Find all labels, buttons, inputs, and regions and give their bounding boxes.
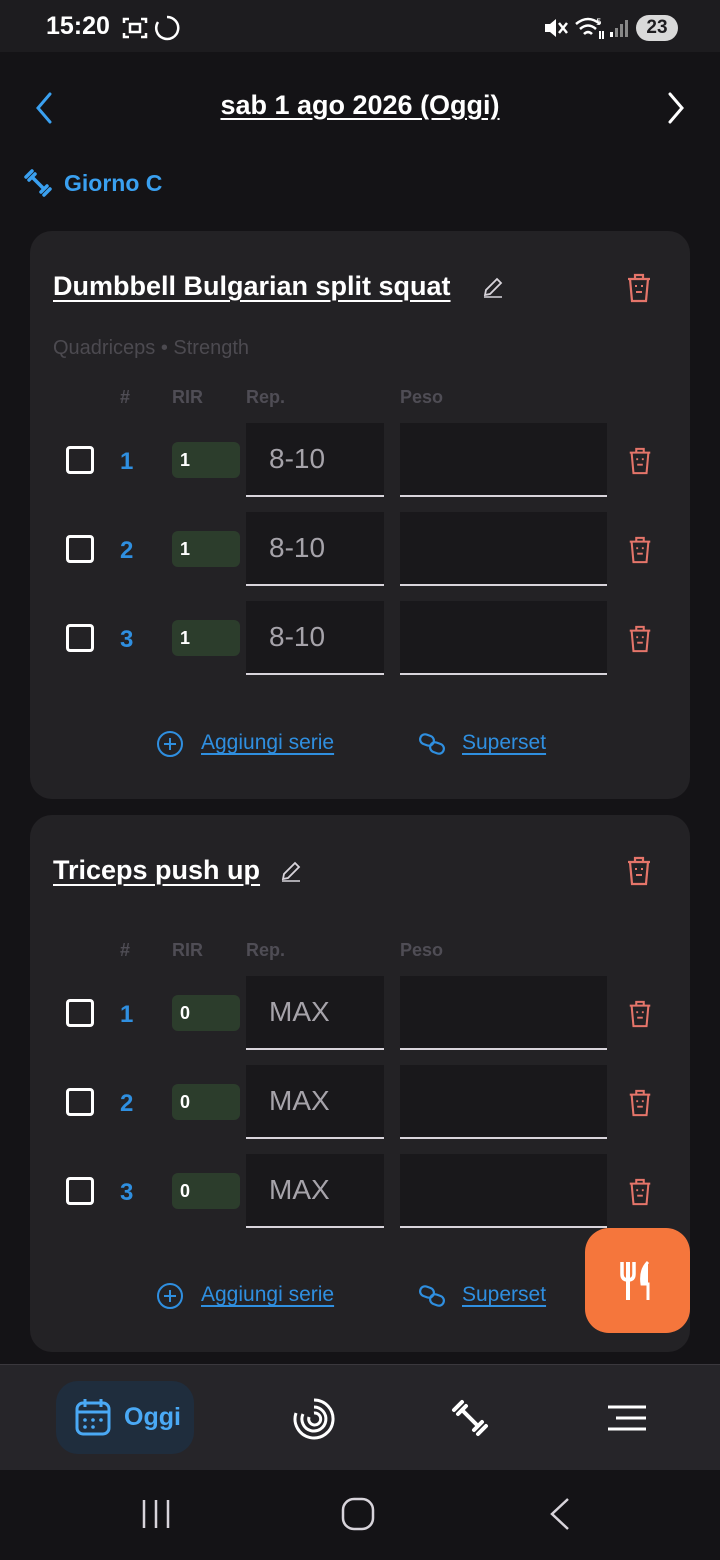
mute-icon	[545, 19, 568, 37]
recent-apps-icon[interactable]	[140, 1498, 172, 1530]
rep-field[interactable]: MAX	[246, 976, 384, 1050]
add-set-button[interactable]: Aggiungi serie	[201, 1283, 334, 1307]
rir-field[interactable]: 0	[172, 1173, 240, 1209]
superset-link-icon[interactable]	[418, 730, 446, 758]
column-header-peso: Peso	[400, 940, 444, 960]
delete-set-icon[interactable]	[626, 535, 654, 565]
wifi-icon: 5	[575, 17, 604, 39]
status-time: 15:20	[46, 12, 110, 40]
rir-field[interactable]: 1	[172, 531, 240, 567]
dumbbell-icon	[24, 169, 52, 197]
exercise-subtitle: Quadriceps • Strength	[53, 337, 249, 359]
rir-field[interactable]: 1	[172, 442, 240, 478]
column-header-num: #	[120, 940, 131, 960]
battery-badge: 23	[636, 15, 678, 41]
add-circle-icon[interactable]	[156, 1282, 184, 1310]
peso-field[interactable]	[400, 512, 607, 586]
progress-ring-icon[interactable]	[292, 1397, 336, 1441]
delete-set-icon[interactable]	[626, 999, 654, 1029]
back-icon[interactable]	[546, 1496, 574, 1532]
set-checkbox[interactable]	[66, 624, 94, 652]
nutrition-fab[interactable]	[585, 1228, 690, 1333]
set-checkbox[interactable]	[66, 535, 94, 563]
home-icon[interactable]	[340, 1496, 376, 1532]
add-set-button[interactable]: Aggiungi serie	[201, 731, 334, 755]
add-circle-icon[interactable]	[156, 730, 184, 758]
superset-button[interactable]: Superset	[462, 731, 546, 755]
signal-icon	[610, 20, 628, 37]
column-header-rir: RIR	[172, 940, 203, 960]
workout-day-label[interactable]: Giorno C	[64, 170, 162, 197]
set-checkbox[interactable]	[66, 1177, 94, 1205]
fork-knife-icon	[620, 1260, 650, 1300]
loading-circle-icon	[155, 15, 180, 41]
set-number: 2	[120, 1090, 134, 1117]
column-header-rir: RIR	[172, 387, 203, 407]
rep-field[interactable]: 8-10	[246, 512, 384, 586]
rep-field[interactable]: MAX	[246, 1065, 384, 1139]
rep-field[interactable]: 8-10	[246, 601, 384, 675]
peso-field[interactable]	[400, 601, 607, 675]
delete-set-icon[interactable]	[626, 624, 654, 654]
set-number: 1	[120, 1001, 134, 1028]
exercise-title[interactable]: Triceps push up	[53, 855, 260, 886]
calendar-icon[interactable]	[74, 1397, 112, 1437]
delete-set-icon[interactable]	[626, 1177, 654, 1207]
rep-field[interactable]: 8-10	[246, 423, 384, 497]
column-header-rep: Rep.	[246, 940, 286, 960]
peso-field[interactable]	[400, 1065, 607, 1139]
set-number: 1	[120, 448, 134, 475]
chevron-right-icon[interactable]	[664, 90, 688, 126]
delete-set-icon[interactable]	[626, 446, 654, 476]
delete-exercise-icon[interactable]	[624, 855, 654, 887]
column-header-peso: Peso	[400, 387, 444, 407]
delete-exercise-icon[interactable]	[624, 272, 654, 304]
svg-text:5: 5	[596, 18, 602, 28]
exercise-card: Dumbbell Bulgarian split squat Quadricep…	[30, 231, 690, 799]
rir-field[interactable]: 1	[172, 620, 240, 656]
peso-field[interactable]	[400, 423, 607, 497]
column-header-rep: Rep.	[246, 387, 286, 407]
nav-item-today-label[interactable]: Oggi	[124, 1403, 181, 1432]
rir-field[interactable]: 0	[172, 1084, 240, 1120]
column-header-num: #	[120, 387, 131, 407]
delete-set-icon[interactable]	[626, 1088, 654, 1118]
menu-icon[interactable]	[606, 1403, 648, 1433]
set-checkbox[interactable]	[66, 999, 94, 1027]
set-number: 2	[120, 537, 134, 564]
edit-pencil-icon[interactable]	[279, 859, 303, 883]
set-number: 3	[120, 1179, 134, 1206]
superset-link-icon[interactable]	[418, 1282, 446, 1310]
set-number: 3	[120, 626, 134, 653]
dumbbell-icon[interactable]	[448, 1396, 492, 1440]
set-checkbox[interactable]	[66, 446, 94, 474]
exercise-title[interactable]: Dumbbell Bulgarian split squat	[53, 271, 451, 302]
edit-pencil-icon[interactable]	[481, 275, 505, 299]
peso-field[interactable]	[400, 976, 607, 1050]
screenshot-icon	[122, 17, 148, 39]
superset-button[interactable]: Superset	[462, 1283, 546, 1307]
rir-field[interactable]: 0	[172, 995, 240, 1031]
date-title[interactable]: sab 1 ago 2026 (Oggi)	[0, 90, 720, 121]
set-checkbox[interactable]	[66, 1088, 94, 1116]
rep-field[interactable]: MAX	[246, 1154, 384, 1228]
peso-field[interactable]	[400, 1154, 607, 1228]
